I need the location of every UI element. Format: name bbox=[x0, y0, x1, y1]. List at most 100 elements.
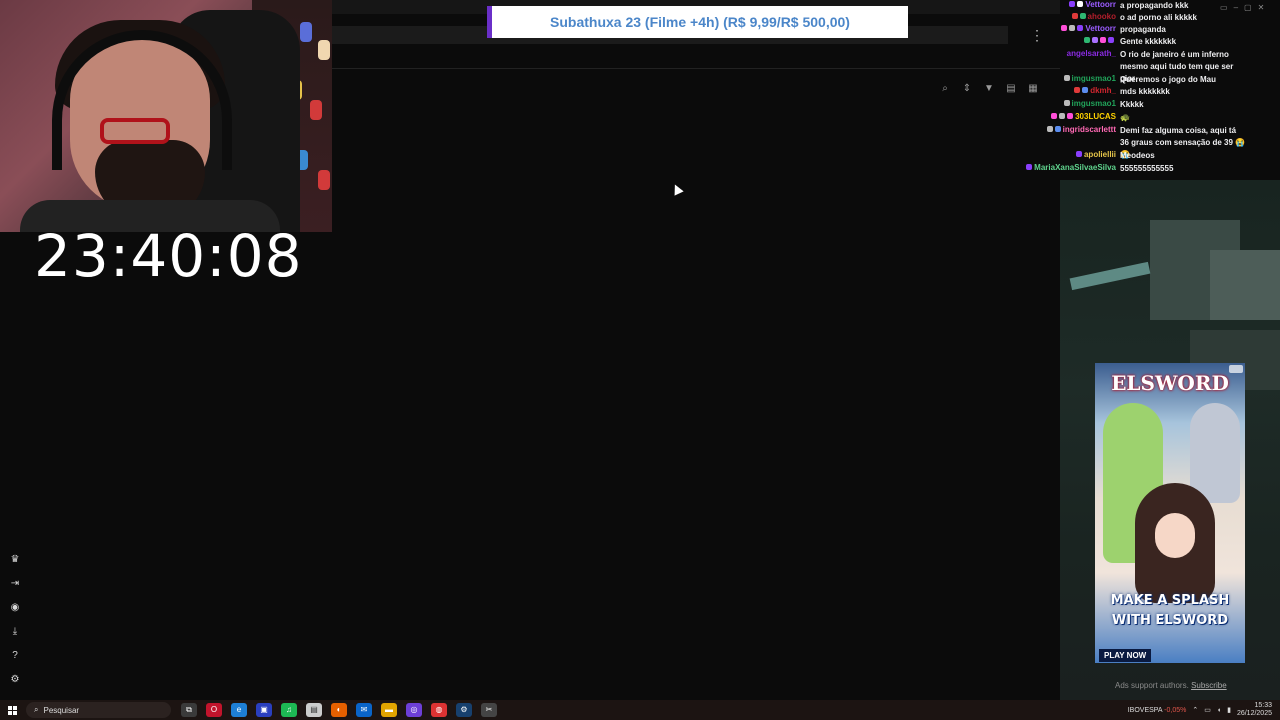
chat-message-text: 555555555555 bbox=[1120, 164, 1174, 173]
chat-badge-icon bbox=[1074, 87, 1081, 93]
chat-badge-icon bbox=[1054, 126, 1061, 132]
chat-badges bbox=[1061, 24, 1085, 33]
chat-username[interactable]: Vettoorr bbox=[1085, 0, 1120, 9]
start-button[interactable] bbox=[0, 700, 24, 720]
discord-icon[interactable]: ◉ bbox=[8, 600, 22, 615]
list-view-icon[interactable]: ▤ bbox=[1004, 82, 1018, 96]
chat-username[interactable]: Vettoorr bbox=[1085, 24, 1120, 33]
mouse-cursor bbox=[670, 182, 684, 196]
search-icon: ⌕ bbox=[34, 705, 39, 714]
obs-icon[interactable]: ◎ bbox=[406, 703, 422, 717]
sort-icon[interactable]: ⇕ bbox=[960, 82, 974, 96]
chat-message-meta: dkmh_ bbox=[1024, 86, 1120, 95]
capcut-icon[interactable]: ✂ bbox=[481, 703, 497, 717]
chat-message-meta: apoliellii bbox=[1024, 150, 1120, 159]
chat-badge-icon bbox=[1051, 113, 1058, 119]
chat-badge-icon bbox=[1061, 25, 1068, 31]
firefox-icon[interactable]: ◐ bbox=[331, 703, 347, 717]
settings-icon[interactable]: ⚙ bbox=[8, 672, 22, 687]
chat-message: imgusmao1 Kkkkk bbox=[1024, 99, 1280, 111]
edge-icon[interactable]: e bbox=[231, 703, 247, 717]
filter-icon[interactable]: ▼ bbox=[982, 82, 996, 96]
divider bbox=[332, 68, 1060, 69]
chat-badges bbox=[1051, 112, 1075, 121]
notepad-icon[interactable]: ▤ bbox=[306, 703, 322, 717]
mail-icon[interactable]: ✉ bbox=[356, 703, 372, 717]
chat-message-meta: Vettoorr bbox=[1024, 24, 1120, 33]
store-icon[interactable]: ▣ bbox=[256, 703, 272, 717]
chat-badge-icon bbox=[1077, 1, 1084, 7]
chat-message-text: Gente kkkkkkk bbox=[1120, 37, 1177, 46]
download-icon[interactable]: ⤓ bbox=[8, 624, 22, 639]
chat-message-text: a propagando kkk bbox=[1120, 1, 1189, 10]
chat-badges bbox=[1069, 0, 1085, 9]
chat-username[interactable]: imgusmao1 bbox=[1072, 99, 1120, 108]
chevron-up-icon[interactable]: ⌃ bbox=[1192, 706, 1198, 714]
chat-badge-icon bbox=[1075, 151, 1082, 157]
chat-message-text: 🐢 bbox=[1120, 113, 1130, 122]
chat-message: Vettoorr propaganda bbox=[1024, 24, 1280, 36]
chat-badge-icon bbox=[1079, 13, 1086, 19]
chat-message-meta: 303LUCAS bbox=[1024, 112, 1120, 121]
chat-badge-icon bbox=[1063, 75, 1070, 81]
chat-badges bbox=[1075, 150, 1084, 159]
task-view-icon[interactable]: ⧉ bbox=[181, 703, 197, 717]
chat-username[interactable]: dkmh_ bbox=[1090, 86, 1120, 95]
clock-time: 15:33 bbox=[1254, 702, 1272, 709]
chat-badge-icon bbox=[1067, 113, 1074, 119]
subscribe-link[interactable]: Subscribe bbox=[1191, 681, 1227, 690]
subathon-timer: 23:40:08 bbox=[34, 222, 303, 290]
chat-badge-icon bbox=[1063, 100, 1070, 106]
chat-badge-icon bbox=[1046, 126, 1053, 132]
spotify-icon[interactable]: ♫ bbox=[281, 703, 297, 717]
chat-badge-icon bbox=[1069, 25, 1076, 31]
battery-icon[interactable]: ▮ bbox=[1227, 706, 1231, 714]
play-now-button[interactable]: PLAY NOW bbox=[1099, 649, 1152, 662]
clock[interactable]: 15:33 26/12/2025 bbox=[1237, 702, 1272, 718]
opera-icon[interactable]: O bbox=[206, 703, 222, 717]
ad-character-2 bbox=[1190, 403, 1240, 503]
taskbar-search[interactable]: ⌕ Pesquisar bbox=[26, 702, 171, 718]
chat-username[interactable]: MariaXanaSilvaeSilva bbox=[1034, 163, 1120, 172]
chat-message-meta: Vettoorr bbox=[1024, 0, 1120, 9]
chat-username[interactable]: ingridscarlettt bbox=[1063, 125, 1120, 134]
explorer-icon[interactable]: ▬ bbox=[381, 703, 397, 717]
chat-badges bbox=[1063, 74, 1072, 83]
subathon-banner: Subathuxa 23 (Filme +4h) (R$ 9,99/R$ 500… bbox=[487, 6, 908, 38]
chat-badges bbox=[1046, 125, 1063, 134]
ad-slogan-line1: MAKE A SPLASH bbox=[1110, 593, 1230, 608]
chat-message: 303LUCAS 🐢 bbox=[1024, 112, 1280, 124]
chat-username[interactable]: ahooko bbox=[1088, 12, 1120, 21]
webcam-feed bbox=[0, 0, 332, 232]
elsword-ad[interactable]: ELSWORD MAKE A SPLASH WITH ELSWORD PLAY … bbox=[1095, 363, 1245, 663]
windows-taskbar: ⌕ Pesquisar ⧉ O e ▣ ♫ ▤ ◐ ✉ ▬ ◎ ◍ ⚙ ✂ IB… bbox=[0, 700, 1280, 720]
chat-username[interactable]: apoliellii bbox=[1084, 150, 1120, 159]
search-icon[interactable]: ⌕ bbox=[938, 82, 952, 96]
chat-badges bbox=[1071, 12, 1088, 21]
help-icon[interactable]: ? bbox=[8, 648, 22, 663]
ad-slogan: MAKE A SPLASH WITH ELSWORD bbox=[1095, 591, 1245, 631]
login-icon[interactable]: ⇥ bbox=[8, 576, 22, 591]
chat-badges bbox=[1026, 163, 1034, 172]
app-icon[interactable]: ◍ bbox=[431, 703, 447, 717]
chat-message: Vettoorr a propagando kkk bbox=[1024, 0, 1280, 12]
chat-message: ahooko o ad porno ali kkkkk bbox=[1024, 12, 1280, 24]
chat-badges bbox=[1084, 36, 1116, 43]
network-icon[interactable]: ▭ bbox=[1204, 706, 1211, 714]
chat-message-meta: ahooko bbox=[1024, 12, 1120, 21]
chat-message-text: o ad porno ali kkkkk bbox=[1120, 13, 1197, 22]
chat-message-meta: imgusmao1 bbox=[1024, 99, 1120, 108]
steam-icon[interactable]: ⚙ bbox=[456, 703, 472, 717]
chat-message-meta: angelsarath_ bbox=[1024, 49, 1120, 58]
chat-message-meta: MariaXanaSilvaeSilva bbox=[1024, 163, 1120, 172]
crown-icon[interactable]: ♛ bbox=[8, 552, 22, 567]
chat-username[interactable]: 303LUCAS bbox=[1075, 112, 1120, 121]
chat-badge-icon bbox=[1092, 37, 1098, 43]
chat-username[interactable]: angelsarath_ bbox=[1067, 49, 1120, 58]
chat-username[interactable]: imgusmao1 bbox=[1072, 74, 1120, 83]
stock-widget[interactable]: IBOVESPA -0,05% bbox=[1128, 707, 1187, 714]
chat-message: Gente kkkkkkk bbox=[1024, 36, 1280, 48]
chat-message-text: propaganda bbox=[1120, 25, 1166, 34]
volume-icon[interactable]: ◖ bbox=[1217, 707, 1221, 714]
ads-note-text: Ads support authors. bbox=[1115, 681, 1189, 690]
